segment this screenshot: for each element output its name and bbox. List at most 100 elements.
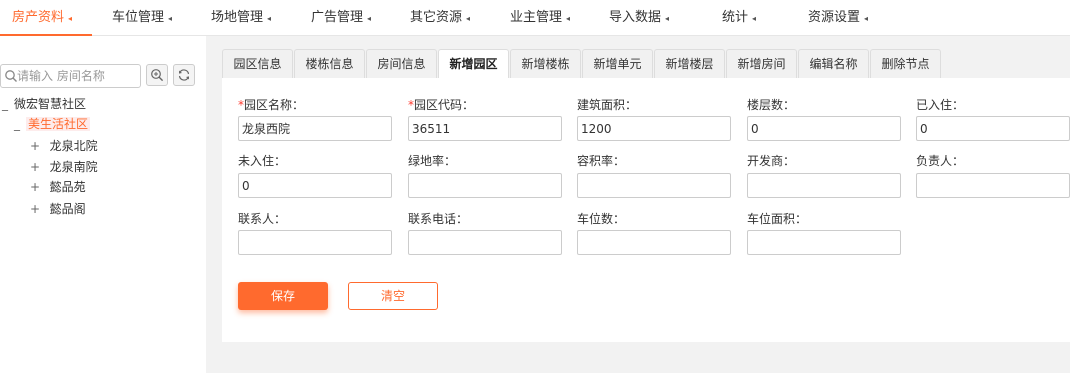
occupied-label: 已入住： (916, 98, 965, 112)
parking-area-input[interactable] (747, 230, 901, 255)
tree-expand-toggle[interactable]: + (30, 199, 42, 219)
tree-node-longquan-north[interactable]: + 龙泉北院 (30, 136, 98, 156)
occupied-input[interactable] (916, 116, 1070, 141)
park-code-label: *园区代码： (408, 98, 475, 112)
park-name-input[interactable] (238, 116, 392, 141)
tree-expand-toggle[interactable]: + (30, 157, 42, 177)
tab-add-floor[interactable]: 新增楼层 (654, 49, 725, 79)
clear-button[interactable]: 清空 (348, 282, 438, 310)
tab-label: 房间信息 (377, 57, 426, 71)
nav-label: 其它资源 (410, 10, 463, 25)
caret-left-icon: ◂ (566, 14, 571, 23)
nav-item-parking-management[interactable]: 车位管理 ◂ (112, 0, 172, 36)
tree-node-yipinge[interactable]: + 懿品阁 (30, 199, 86, 219)
person-in-charge-label: 负责人： (916, 154, 965, 168)
tree-expand-toggle[interactable]: + (30, 177, 42, 197)
contact-input[interactable] (238, 230, 392, 255)
tree-node-label: 龙泉南院 (49, 160, 98, 174)
tree-node-longquan-south[interactable]: + 龙泉南院 (30, 157, 98, 177)
tree-node-meishenghuo[interactable]: _ 美生活社区 (14, 114, 91, 134)
search-box (0, 64, 141, 88)
parking-count-input[interactable] (577, 230, 731, 255)
contact-phone-input[interactable] (408, 230, 562, 255)
contact-label: 联系人： (238, 212, 287, 226)
tree-node-label: 微宏智慧社区 (14, 97, 87, 111)
floor-count-label: 楼层数： (747, 98, 796, 112)
person-in-charge-input[interactable] (916, 173, 1070, 198)
tab-label: 楼栋信息 (305, 57, 354, 71)
nav-item-statistics[interactable]: 统计 ◂ (722, 0, 756, 36)
tree-expand-toggle[interactable]: + (30, 136, 42, 156)
tab-room-info[interactable]: 房间信息 (366, 49, 437, 79)
tab-add-room[interactable]: 新增房间 (726, 49, 797, 79)
tab-add-building[interactable]: 新增楼栋 (510, 49, 581, 79)
unoccupied-label: 未入住： (238, 154, 287, 168)
nav-label: 导入数据 (609, 10, 662, 25)
building-area-label: 建筑面积： (577, 98, 638, 112)
tab-add-unit[interactable]: 新增单元 (582, 49, 653, 79)
developer-input[interactable] (747, 173, 901, 198)
nav-label: 场地管理 (211, 10, 264, 25)
caret-left-icon: ◂ (367, 14, 372, 23)
tree-node-label: 美生活社区 (26, 117, 91, 131)
tab-label: 新增房间 (737, 57, 786, 71)
tab-label: 新增楼栋 (521, 57, 570, 71)
tree-collapse-toggle[interactable]: _ (2, 94, 14, 114)
nav-label: 房产资料 (12, 10, 65, 25)
nav-item-property-data[interactable]: 房产资料 ◂ (12, 0, 72, 36)
nav-label: 广告管理 (311, 10, 364, 25)
refresh-icon (178, 69, 190, 81)
tab-label: 编辑名称 (809, 57, 858, 71)
search-input[interactable] (17, 67, 137, 85)
save-button[interactable]: 保存 (238, 282, 328, 310)
plot-ratio-input[interactable] (577, 173, 731, 198)
nav-item-ad-management[interactable]: 广告管理 ◂ (311, 0, 371, 36)
caret-left-icon: ◂ (68, 14, 73, 23)
tab-label: 园区信息 (233, 57, 282, 71)
top-navigation: 房产资料 ◂ 车位管理 ◂ 场地管理 ◂ 广告管理 ◂ 其它资源 ◂ 业主管理 ◂ 导入数据… (0, 0, 1070, 36)
sidebar: _微宏智慧社区 _美生活社区 + 龙泉北院 + 龙泉南院 + 懿品苑 + 懿品阁 (0, 36, 206, 373)
green-rate-input[interactable] (408, 173, 562, 198)
caret-left-icon: ◂ (267, 14, 272, 23)
zoom-search-button[interactable] (146, 64, 168, 86)
nav-item-venue-management[interactable]: 场地管理 ◂ (211, 0, 271, 36)
main-content: 园区信息 楼栋信息 房间信息 新增园区 新增楼栋 新增单元 新增楼层 新增房间 … (206, 36, 1070, 373)
unoccupied-input[interactable] (238, 173, 392, 198)
nav-item-import-data[interactable]: 导入数据 ◂ (609, 0, 669, 36)
parking-count-label: 车位数： (577, 212, 626, 226)
refresh-button[interactable] (173, 64, 195, 86)
developer-label: 开发商： (747, 154, 796, 168)
park-name-label: *园区名称： (238, 98, 305, 112)
add-park-form: *园区名称： *园区代码： 建筑面积： 楼层数： 已入住： 未入住： 绿地率： … (222, 78, 1070, 342)
nav-label: 车位管理 (112, 10, 165, 25)
tab-building-info[interactable]: 楼栋信息 (294, 49, 365, 79)
tree-node-label: 龙泉北院 (49, 139, 98, 153)
caret-left-icon: ◂ (665, 14, 670, 23)
tab-label: 新增楼层 (665, 57, 714, 71)
tab-delete-node[interactable]: 删除节点 (870, 49, 941, 79)
tab-park-info[interactable]: 园区信息 (222, 49, 293, 79)
tree-node-label: 懿品苑 (49, 180, 86, 194)
nav-label: 统计 (722, 10, 749, 25)
search-icon (5, 70, 17, 82)
tab-edit-name[interactable]: 编辑名称 (798, 49, 869, 79)
tree-collapse-toggle[interactable]: _ (14, 114, 26, 134)
contact-phone-label: 联系电话： (408, 212, 469, 226)
caret-left-icon: ◂ (466, 14, 471, 23)
floor-count-input[interactable] (747, 116, 901, 141)
nav-item-other-resources[interactable]: 其它资源 ◂ (410, 0, 470, 36)
nav-label: 资源设置 (808, 10, 861, 25)
nav-item-resource-settings[interactable]: 资源设置 ◂ (808, 0, 868, 36)
green-rate-label: 绿地率： (408, 154, 457, 168)
caret-left-icon: ◂ (168, 14, 173, 23)
tab-add-park[interactable]: 新增园区 (438, 49, 509, 79)
building-area-input[interactable] (577, 116, 731, 141)
caret-left-icon: ◂ (752, 14, 757, 23)
park-code-input[interactable] (408, 116, 562, 141)
tab-label: 新增单元 (593, 57, 642, 71)
zoom-search-icon (151, 69, 164, 82)
plot-ratio-label: 容积率： (577, 154, 626, 168)
tree-node-yipinyuan[interactable]: + 懿品苑 (30, 177, 86, 197)
tree-node-weihong[interactable]: _ 微宏智慧社区 (2, 94, 86, 114)
nav-item-owner-management[interactable]: 业主管理 ◂ (510, 0, 570, 36)
